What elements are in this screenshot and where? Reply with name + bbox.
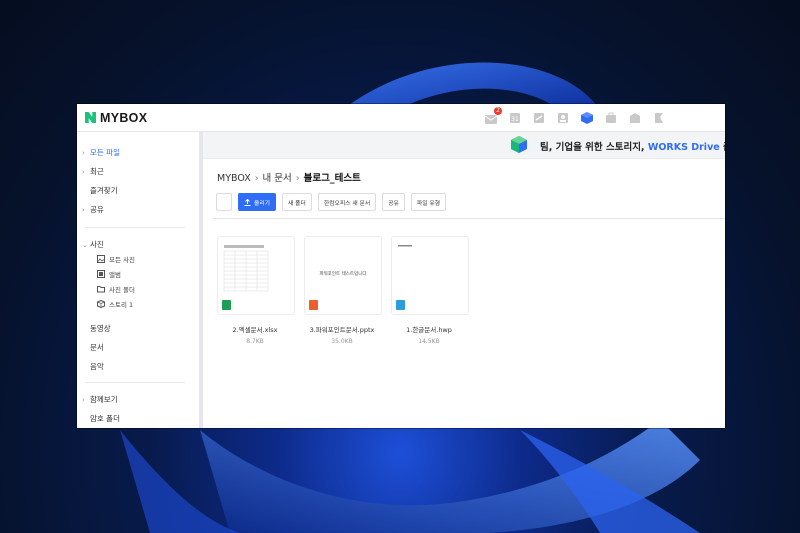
sidebar-divider [85, 382, 185, 383]
sidebar: › 모든 파일 › 최근 즐겨찾기 › 공유 ⌄ 사진 모든 사진 앨범 사진 폴더 [77, 132, 203, 428]
naver-n-icon [85, 112, 96, 123]
sidebar-item-secure-folder[interactable]: 암호 폴더 [82, 413, 120, 424]
slide-preview-text: 파워포인트 테스트입니다 [319, 272, 367, 277]
file-card-xlsx[interactable]: 2.엑셀문서.xlsx 8.7KB [217, 236, 295, 345]
chevron-right-icon: › [82, 168, 85, 176]
breadcrumb-mid[interactable]: 내 문서 [263, 173, 292, 184]
mail-badge: 2 [494, 107, 502, 115]
sidebar-item-all-files[interactable]: › 모든 파일 [82, 147, 120, 158]
sidebar-divider [85, 227, 185, 228]
upload-icon [244, 198, 251, 206]
calendar-icon[interactable]: 31 [508, 110, 523, 124]
banner-text: 팀, 기업을 위한 스토리지, WORKS Drive 출시 [540, 142, 725, 153]
mybox-logo[interactable]: MYBOX [85, 110, 147, 125]
sidebar-item-watch-together[interactable]: › 함께보기 [82, 394, 118, 405]
notes-icon[interactable] [628, 110, 643, 124]
toolbar: 올리기 새 폴더 한컴오피스 새 문서 공유 파일 유형 [216, 193, 447, 211]
new-folder-button[interactable]: 새 폴더 [282, 193, 312, 211]
sidebar-item-documents[interactable]: 문서 [82, 342, 104, 353]
file-thumbnail [391, 236, 469, 315]
board-icon[interactable] [532, 110, 547, 124]
excel-file-icon [222, 300, 231, 310]
sidebar-item-recent[interactable]: › 최근 [82, 166, 104, 177]
photo-folder-icon [97, 286, 105, 293]
mybox-window: MYBOX 2 31 › 모든 파일 › 최근 즐겨찾기 › 공유 ⌄ 사진 모… [77, 104, 725, 428]
breadcrumb-current: 블로그_테스트 [303, 173, 361, 184]
file-type-button[interactable]: 파일 유형 [410, 193, 447, 211]
sidebar-sub-album[interactable]: 앨범 [97, 269, 121, 279]
promo-banner[interactable]: 팀, 기업을 위한 스토리지, WORKS Drive 출시 [203, 132, 725, 159]
breadcrumb-root[interactable]: MYBOX [217, 173, 251, 184]
sidebar-item-shared[interactable]: › 공유 [82, 204, 104, 215]
contacts-icon[interactable] [556, 110, 571, 124]
svg-text:31: 31 [511, 116, 519, 123]
bookmark-icon[interactable] [652, 110, 667, 124]
top-bar: MYBOX 2 31 [77, 104, 725, 132]
sidebar-item-music[interactable]: 음악 [82, 361, 104, 372]
image-icon [97, 255, 105, 263]
select-all-checkbox[interactable] [216, 193, 232, 211]
work-icon[interactable] [604, 110, 619, 124]
sidebar-sub-story[interactable]: 스토리 1 [97, 299, 133, 309]
chevron-down-icon: ⌄ [82, 241, 88, 249]
file-name: 3.파워포인트문서.pptx [309, 326, 375, 334]
upload-button[interactable]: 올리기 [238, 193, 276, 211]
file-name: 1.한글문서.hwp [406, 326, 452, 334]
sidebar-sub-photo-folder[interactable]: 사진 폴더 [97, 284, 135, 294]
file-size: 8.7KB [246, 338, 264, 345]
chevron-right-icon: › [295, 173, 300, 184]
file-thumbnail: 파워포인트 테스트입니다 [304, 236, 382, 315]
album-icon [97, 270, 105, 278]
file-card-hwp[interactable]: 1.한글문서.hwp 14.5KB [391, 236, 469, 345]
app-title: MYBOX [100, 110, 148, 125]
file-size: 14.5KB [418, 338, 440, 345]
app-switcher: 2 31 [484, 107, 667, 124]
sidebar-item-favorites[interactable]: 즐겨찾기 [82, 185, 118, 196]
file-size: 35.0KB [331, 338, 353, 345]
sidebar-item-videos[interactable]: 동영상 [82, 323, 111, 334]
chevron-right-icon: › [82, 149, 85, 157]
breadcrumb: MYBOX › 내 문서 › 블로그_테스트 [217, 170, 361, 184]
sidebar-sub-all-photos[interactable]: 모든 사진 [97, 254, 135, 264]
works-drive-cube-icon [511, 136, 527, 153]
mybox-cube-icon[interactable] [580, 110, 595, 124]
hwp-file-icon [396, 300, 405, 310]
share-button[interactable]: 공유 [382, 193, 405, 211]
chevron-right-icon: › [254, 173, 259, 184]
chevron-right-icon: › [82, 206, 85, 214]
sidebar-item-photos[interactable]: ⌄ 사진 [82, 239, 104, 250]
main-content: 팀, 기업을 위한 스토리지, WORKS Drive 출시 MYBOX›내 문… [203, 132, 725, 428]
file-name: 2.엑셀문서.xlsx [232, 326, 278, 334]
mail-icon[interactable]: 2 [484, 107, 502, 124]
file-thumbnail [217, 236, 295, 315]
toolbar-divider [213, 218, 725, 219]
powerpoint-file-icon [309, 300, 318, 310]
cube-icon [97, 300, 105, 308]
new-hancom-doc-button[interactable]: 한컴오피스 새 문서 [317, 193, 377, 211]
file-card-pptx[interactable]: 파워포인트 테스트입니다 3.파워포인트문서.pptx 35.0KB [304, 236, 382, 345]
chevron-right-icon: › [82, 396, 85, 404]
